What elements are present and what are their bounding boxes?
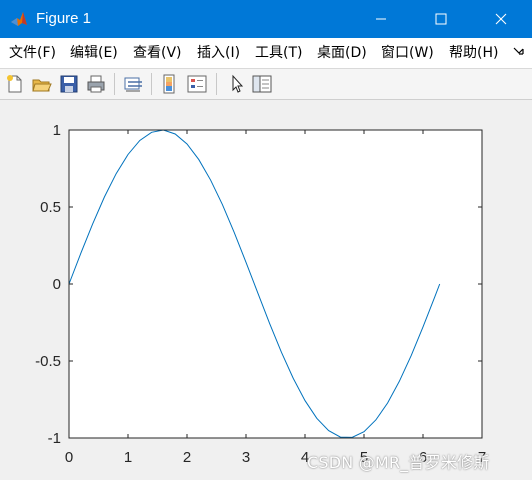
property-inspector-icon[interactable] (251, 73, 273, 95)
x-tick-label: 1 (124, 449, 132, 466)
title-bar[interactable]: Figure 1 (0, 0, 532, 38)
chevron-overflow-icon[interactable] (512, 45, 526, 59)
minimize-icon (376, 18, 386, 20)
menu-desktop[interactable]: 桌面(D) (317, 44, 367, 62)
sine-plot[interactable]: 0 1 2 3 4 5 6 710.50-0.5-1 (0, 100, 532, 480)
close-button[interactable] (478, 0, 524, 38)
menu-file[interactable]: 文件(F) (9, 44, 56, 62)
window-title: Figure 1 (36, 10, 92, 27)
x-tick-label: 3 (242, 449, 250, 466)
save-icon[interactable] (58, 73, 80, 95)
toolbar-separator (216, 73, 217, 95)
maximize-button[interactable] (418, 0, 464, 38)
y-tick-label: 1 (53, 122, 61, 139)
figure-window: Figure 1 文件(F) 编辑(E) 查看(V) 插入(I) 工具(T) 桌… (0, 0, 532, 480)
menu-help[interactable]: 帮助(H) (449, 44, 498, 62)
toolbar-separator (151, 73, 152, 95)
watermark-text: CSDN @MR_普罗米修斯 (307, 453, 490, 472)
matlab-logo-icon (11, 12, 27, 26)
close-icon (495, 13, 507, 25)
menu-insert[interactable]: 插入(I) (197, 44, 240, 62)
y-tick-label: -1 (48, 430, 61, 447)
y-tick-label: 0 (53, 276, 61, 293)
figure-canvas[interactable]: 0 1 2 3 4 5 6 7 1 0.5 0 -0.5 -1 CSDN @MR_普罗米修斯 (0, 100, 532, 480)
edit-plot-pointer-icon[interactable] (226, 73, 248, 95)
open-file-icon[interactable] (31, 73, 53, 95)
figure-toolbar (0, 69, 532, 100)
menu-bar: 文件(F) 编辑(E) 查看(V) 插入(I) 工具(T) 桌面(D) 窗口(W… (0, 38, 532, 69)
toolbar-separator (114, 73, 115, 95)
menu-view[interactable]: 查看(V) (133, 44, 182, 62)
x-tick-label: 2 (183, 449, 191, 466)
legend-icon[interactable] (186, 73, 208, 95)
colorbar-icon[interactable] (159, 73, 181, 95)
x-tick-label: 0 (65, 449, 73, 466)
new-figure-icon[interactable] (4, 73, 26, 95)
y-tick-label: -0.5 (35, 353, 61, 370)
link-plot-icon[interactable] (122, 73, 144, 95)
menu-tools[interactable]: 工具(T) (255, 44, 302, 62)
menu-window[interactable]: 窗口(W) (381, 44, 434, 62)
minimize-button[interactable] (358, 0, 404, 38)
maximize-icon (435, 13, 447, 25)
y-tick-label: 0.5 (40, 199, 61, 216)
axes-background (69, 130, 482, 438)
menu-edit[interactable]: 编辑(E) (70, 44, 118, 62)
print-icon[interactable] (85, 73, 107, 95)
